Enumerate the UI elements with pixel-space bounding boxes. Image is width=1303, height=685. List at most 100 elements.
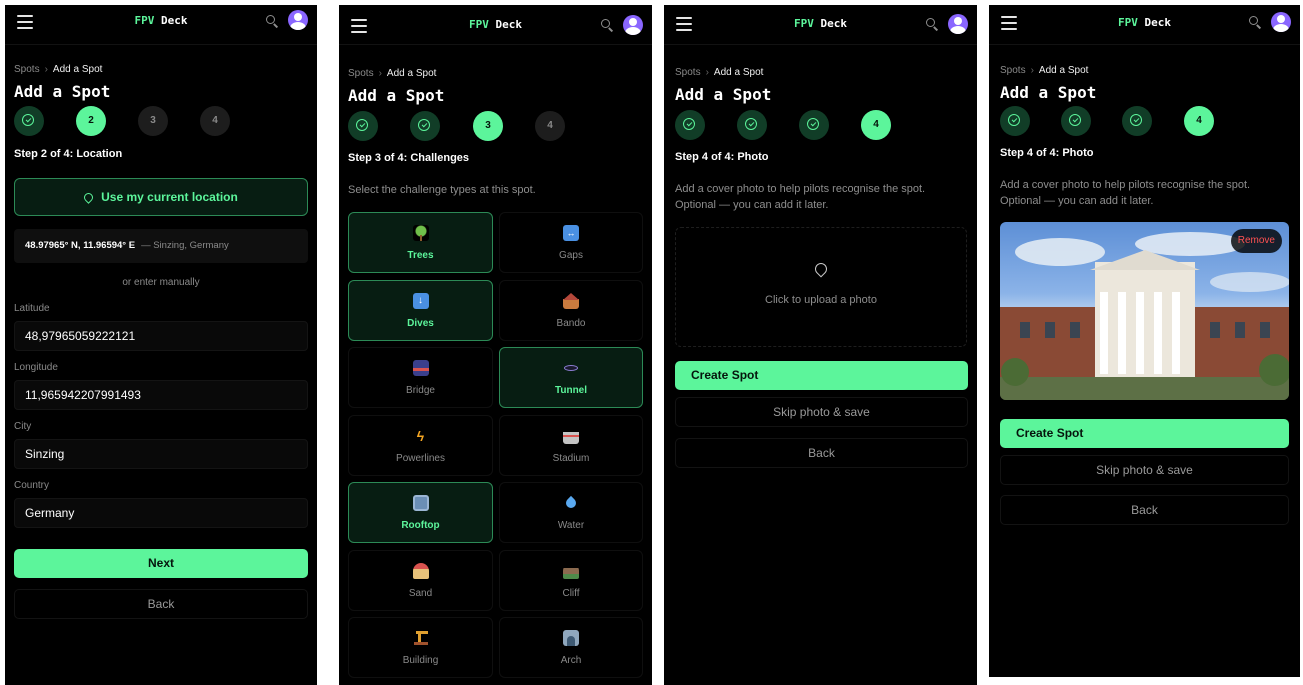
photo-upload-dropzone[interactable]: Click to upload a photo [675,227,967,347]
longitude-label: Longitude [14,362,58,373]
stadium-icon [563,428,579,444]
country-input[interactable]: Germany [14,498,308,528]
arch-icon [563,630,579,646]
challenge-rooftop[interactable]: Rooftop [348,482,493,543]
crane-icon [413,630,429,646]
challenge-building[interactable]: Building [348,617,493,678]
city-input[interactable]: Sinzing [14,439,308,469]
step-3-indicator: 3 [138,106,168,136]
step-description: Add a cover photo to help pilots recogni… [1000,179,1251,207]
app-logo[interactable]: FPV Deck [1118,16,1171,29]
gap-arrows-icon: ↔ [563,225,579,241]
challenge-bridge[interactable]: Bridge [348,347,493,408]
breadcrumb: Spots › Add a Spot [348,68,436,79]
step-4-indicator: 4 [200,106,230,136]
breadcrumb: Spots › Add a Spot [675,67,763,78]
challenge-label: Water [557,520,585,531]
tunnel-icon [563,360,579,376]
challenge-dives[interactable]: ↓ Dives [348,280,493,341]
avatar[interactable] [1271,12,1291,32]
create-spot-button[interactable]: Create Spot [1000,419,1289,448]
breadcrumb-separator-icon: › [1030,65,1034,76]
back-button[interactable]: Back [675,438,968,468]
house-icon [563,293,579,309]
back-button[interactable]: Back [14,589,308,619]
top-bar: FPV Deck [5,5,317,45]
sand-icon [412,563,429,579]
breadcrumb-current: Add a Spot [52,64,103,75]
latitude-input[interactable]: 48,97965059222121 [14,321,308,351]
breadcrumb-spots-link[interactable]: Spots [1000,65,1026,76]
app-logo[interactable]: FPV Deck [469,18,522,31]
cliff-icon [563,563,579,579]
challenge-label: Dives [407,318,434,329]
page-title: Add a Spot [1000,83,1097,102]
longitude-input[interactable]: 11,965942207991493 [14,380,308,410]
challenge-trees[interactable]: Trees [348,212,493,273]
app-logo[interactable]: FPV Deck [135,14,188,27]
app-logo[interactable]: FPV Deck [794,17,847,30]
search-icon[interactable] [1249,16,1262,29]
page-title: Add a Spot [675,85,772,104]
enter-manually-divider: or enter manually [122,277,200,288]
breadcrumb-spots-link[interactable]: Spots [348,68,374,79]
latitude-label: Latitude [14,303,50,314]
top-bar: FPV Deck [664,5,977,45]
location-pin-icon [812,260,830,278]
challenge-label: Cliff [562,588,580,599]
challenge-label: Tunnel [554,385,588,396]
challenge-label: Rooftop [401,520,440,531]
challenge-gaps[interactable]: ↔ Gaps [499,212,643,273]
challenge-stadium[interactable]: Stadium [499,415,643,476]
remove-photo-button[interactable]: Remove [1230,229,1282,253]
challenge-arch[interactable]: Arch [499,617,643,678]
tree-icon [412,225,429,241]
avatar[interactable] [288,10,308,30]
building-icon [412,495,429,511]
step-2-indicator [410,111,440,141]
breadcrumb-spots-link[interactable]: Spots [14,64,40,75]
skip-photo-button[interactable]: Skip photo & save [675,397,968,427]
challenge-label: Bridge [406,385,435,396]
challenge-label: Bando [556,318,586,329]
challenge-label: Building [402,655,439,666]
challenge-bando[interactable]: Bando [499,280,643,341]
detected-coordinates: 48.97965° N, 11.96594° E — Sinzing, Germa… [14,229,308,263]
challenge-water[interactable]: Water [499,482,643,543]
step-title: Step 3 of 4: Challenges [348,152,470,164]
avatar[interactable] [623,15,643,35]
challenge-cliff[interactable]: Cliff [499,550,643,611]
search-icon[interactable] [601,19,614,32]
hamburger-menu-icon[interactable] [676,17,692,31]
top-bar: FPV Deck [339,5,652,45]
hamburger-menu-icon[interactable] [1001,16,1017,30]
screen-location-step: FPV Deck Spots › Add a Spot Add a Spot 2 3… [5,5,317,685]
country-label: Country [14,480,50,491]
next-button[interactable]: Next [14,549,308,578]
hamburger-menu-icon[interactable] [17,15,33,29]
challenge-tunnel[interactable]: Tunnel [499,347,643,408]
hamburger-menu-icon[interactable] [351,19,367,33]
create-spot-button[interactable]: Create Spot [675,361,968,390]
search-icon[interactable] [926,18,939,31]
screen-photo-step-uploaded: FPV Deck Spots › Add a Spot Add a Spot 4 S… [989,5,1300,677]
search-icon[interactable] [266,15,279,28]
step-2-indicator [737,110,767,140]
challenge-label: Sand [408,588,433,599]
droplet-icon [563,495,579,511]
skip-photo-button[interactable]: Skip photo & save [1000,455,1289,485]
down-arrow-icon: ↓ [412,293,429,309]
breadcrumb-spots-link[interactable]: Spots [675,67,701,78]
challenge-powerlines[interactable]: ϟ Powerlines [348,415,493,476]
back-button[interactable]: Back [1000,495,1289,525]
avatar[interactable] [948,14,968,34]
challenge-label: Arch [560,655,582,666]
step-3-indicator [1122,106,1152,136]
challenge-sand[interactable]: Sand [348,550,493,611]
step-description: Select the challenge types at this spot. [348,184,536,196]
step-title: Step 4 of 4: Photo [1000,147,1094,159]
step-2-indicator: 2 [76,106,106,136]
step-1-indicator [14,106,44,136]
use-current-location-button[interactable]: Use my current location [14,178,308,216]
step-1-indicator [348,111,378,141]
